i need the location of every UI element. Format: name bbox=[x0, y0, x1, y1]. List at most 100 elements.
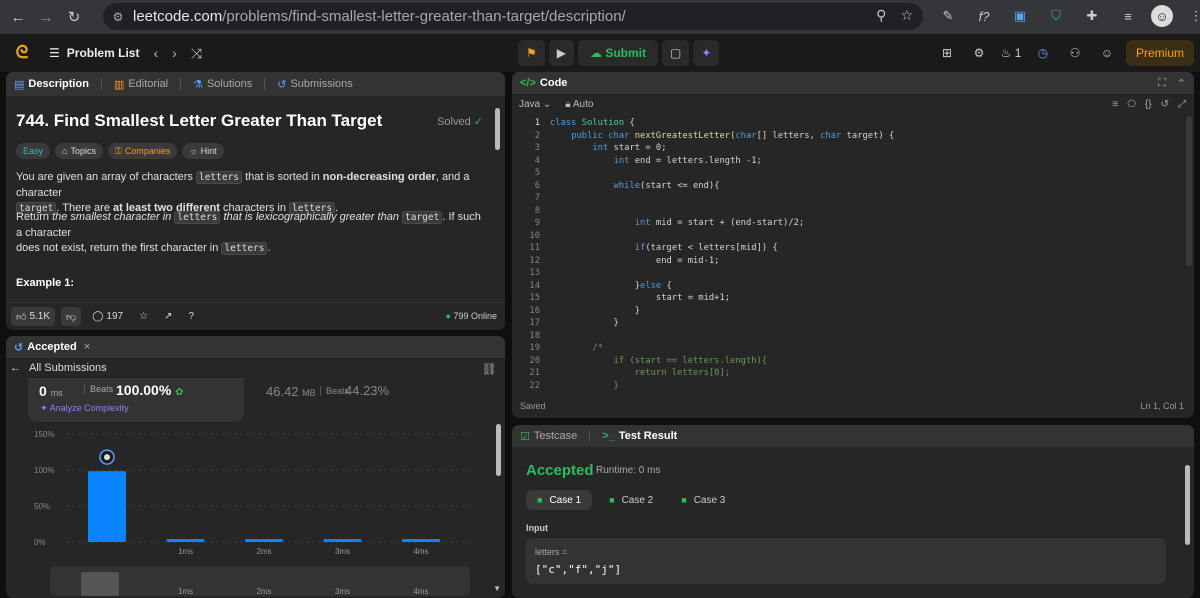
scrollbar[interactable] bbox=[1185, 465, 1190, 545]
case-tab-1[interactable]: ■ Case 1 bbox=[526, 490, 593, 510]
prev-problem-icon[interactable]: ‹ bbox=[153, 45, 158, 61]
forward-icon[interactable]: → bbox=[32, 3, 60, 31]
comments-button[interactable]: ◯ 197 bbox=[87, 307, 128, 326]
line-number: 18 bbox=[529, 330, 540, 341]
share-icon[interactable]: ↗ bbox=[159, 307, 177, 326]
code-icon: </> bbox=[520, 77, 536, 89]
tab-testcase[interactable]: ☑ Testcase bbox=[520, 430, 577, 443]
eyedropper-icon[interactable]: ✎ bbox=[935, 3, 961, 29]
tab-solutions[interactable]: ⚗ Solutions bbox=[193, 78, 252, 91]
leetcode-logo-icon[interactable]: ᘓ bbox=[11, 42, 33, 64]
tab-label: Code bbox=[539, 77, 568, 89]
layout-icon[interactable]: ⊞ bbox=[934, 40, 960, 66]
braces-icon[interactable]: {} bbox=[1145, 99, 1152, 110]
run-button[interactable]: ▶ bbox=[548, 40, 574, 66]
doc-icon: ▤ bbox=[14, 78, 25, 91]
problem-list-button[interactable]: ☰ Problem List bbox=[49, 46, 139, 60]
format-icon[interactable]: ≡ bbox=[1112, 99, 1118, 110]
expand-icon[interactable]: ⤢ bbox=[1178, 99, 1186, 110]
autocomplete-mode[interactable]: 🔒︎ Auto bbox=[565, 99, 593, 110]
case-tab-2[interactable]: ■ Case 2 bbox=[598, 490, 664, 510]
scrollbar[interactable] bbox=[496, 424, 501, 476]
divider bbox=[264, 78, 266, 90]
language-select[interactable]: Java ⌄ bbox=[519, 99, 551, 110]
scrollbar[interactable] bbox=[1186, 116, 1192, 266]
shield-icon[interactable]: ⛉ bbox=[1043, 3, 1069, 29]
debug-button[interactable]: ⚑ bbox=[518, 40, 545, 66]
streak-counter[interactable]: ♨ 1 bbox=[998, 40, 1024, 66]
add-friend-icon[interactable]: ⚇ bbox=[1062, 40, 1088, 66]
code-line: while(start <= end){ bbox=[613, 180, 720, 191]
companies-label: Companies bbox=[124, 146, 171, 156]
close-icon[interactable]: × bbox=[81, 341, 90, 353]
topics-tag[interactable]: ⌂ Topics bbox=[55, 143, 103, 159]
bulb-icon: ☼ bbox=[189, 146, 198, 156]
collapse-icon[interactable]: ⌃ bbox=[1177, 77, 1186, 90]
dislike-button[interactable]: 👎︎ bbox=[61, 307, 82, 326]
scroll-down-icon[interactable]: ▼ bbox=[493, 584, 501, 593]
code-line: int mid = start + (end-start)/2; bbox=[634, 218, 805, 228]
tab-test-result[interactable]: >_ Test Result bbox=[602, 430, 677, 442]
line-number: 3 bbox=[534, 143, 540, 153]
link-icon[interactable]: ⛓ bbox=[482, 362, 497, 376]
line-number: 10 bbox=[529, 230, 540, 241]
menu-icon[interactable]: ⋮ bbox=[1183, 3, 1200, 29]
tab-submissions[interactable]: ↺ Submissions bbox=[277, 78, 353, 91]
analyze-complexity-button[interactable]: ✦ Analyze Complexity bbox=[40, 403, 129, 414]
memory-value: 46.42 MB bbox=[266, 384, 316, 399]
companies-tag[interactable]: ⚿ Companies bbox=[107, 143, 178, 159]
back-arrow-icon: ← bbox=[10, 362, 21, 374]
media-icon[interactable]: ≡ bbox=[1115, 3, 1141, 29]
picture-in-picture-icon[interactable]: ▣ bbox=[1007, 3, 1033, 29]
notes-button[interactable]: ▢ bbox=[662, 40, 690, 66]
fullscreen-icon[interactable]: ⛶ bbox=[1158, 77, 1166, 90]
online-dot-icon: ● bbox=[445, 311, 451, 321]
favorite-icon[interactable]: ☆ bbox=[134, 307, 153, 326]
like-button[interactable]: 👍︎ 5.1K bbox=[11, 307, 56, 326]
minimap-label: 4ms bbox=[413, 587, 428, 596]
submit-button[interactable]: ☁ Submit bbox=[578, 40, 659, 66]
hint-tag[interactable]: ☼ Hint bbox=[182, 143, 224, 159]
function-icon[interactable]: f? bbox=[971, 3, 997, 29]
nav-right: ⊞ ⚙ ♨ 1 ◷ ⚇ ☺ Premium bbox=[934, 40, 1194, 66]
all-submissions-link[interactable]: ← All Submissions bbox=[10, 362, 107, 374]
case-label: Case 2 bbox=[621, 494, 654, 506]
site-info-icon[interactable]: ⚙ bbox=[103, 10, 133, 24]
avatar[interactable]: ☺ bbox=[1151, 5, 1173, 27]
tab-description[interactable]: ▤ Description bbox=[14, 78, 89, 91]
settings-icon[interactable]: ⚙ bbox=[966, 40, 992, 66]
user-avatar[interactable]: ☺ bbox=[1094, 40, 1120, 66]
case-tab-3[interactable]: ■ Case 3 bbox=[670, 490, 736, 510]
x-tick-label: 4ms bbox=[413, 547, 428, 556]
hint-label: Hint bbox=[200, 146, 217, 156]
next-problem-icon[interactable]: › bbox=[172, 45, 177, 61]
premium-button[interactable]: Premium bbox=[1125, 40, 1194, 66]
code-line: start = mid+1; bbox=[550, 293, 731, 303]
back-icon[interactable]: ← bbox=[4, 3, 32, 31]
address-bar[interactable]: ⚙ leetcode.com/problems/find-smallest-le… bbox=[103, 3, 923, 30]
comments-count: 197 bbox=[106, 311, 124, 322]
text: that is sorted in bbox=[242, 171, 323, 183]
code-editor[interactable]: 1 class Solution {2 public char nextGreat… bbox=[512, 115, 1184, 391]
line-number: 5 bbox=[534, 168, 540, 178]
bookmark-icon[interactable]: ⎔ bbox=[1127, 99, 1136, 110]
help-icon[interactable]: ? bbox=[183, 307, 199, 326]
tab-code[interactable]: </> Code bbox=[520, 77, 567, 89]
extensions-icon[interactable]: ✚ bbox=[1079, 3, 1105, 29]
reload-icon[interactable]: ↻ bbox=[60, 3, 88, 31]
timer-icon[interactable]: ◷ bbox=[1030, 40, 1056, 66]
memory-number: 46.42 bbox=[266, 384, 299, 399]
bookmark-star-icon[interactable]: ☆ bbox=[900, 7, 913, 24]
case-label: Case 3 bbox=[693, 494, 726, 506]
reset-icon[interactable]: ↺ bbox=[1161, 99, 1169, 110]
ai-button[interactable]: ✦ bbox=[693, 40, 720, 66]
minimap-label: 2ms bbox=[256, 587, 271, 596]
scrollbar[interactable] bbox=[495, 108, 500, 150]
tab-label: Description bbox=[28, 78, 89, 90]
inline-code: letters bbox=[195, 171, 243, 184]
zoom-icon[interactable]: ⚲ bbox=[876, 7, 886, 24]
shuffle-icon[interactable]: ⤨ bbox=[191, 45, 202, 62]
tab-editorial[interactable]: ▥ Editorial bbox=[114, 78, 168, 91]
tab-accepted[interactable]: ↺ Accepted × bbox=[14, 341, 90, 354]
list-icon: ☰ bbox=[49, 46, 60, 60]
